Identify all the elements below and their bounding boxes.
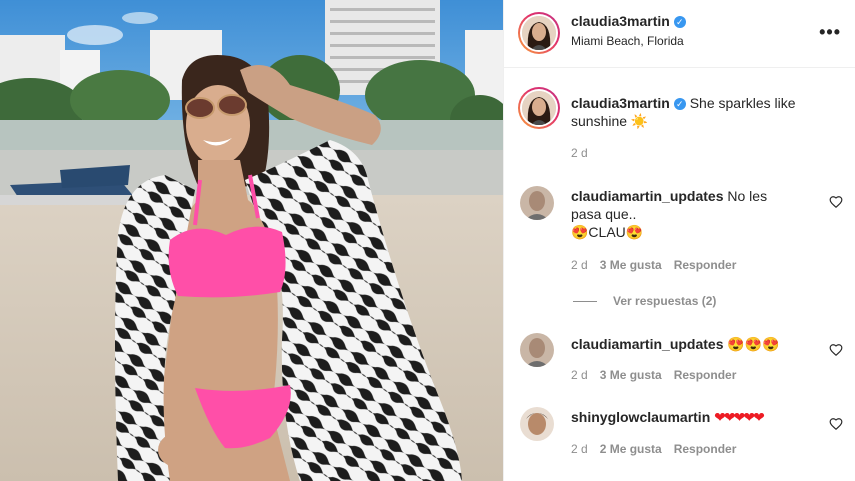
comment-username[interactable]: shinyglowclaumartin [571,409,710,425]
view-replies-label: Ver respuestas (2) [613,294,717,308]
verified-badge-icon: ✓ [673,16,686,28]
heart-outline-icon[interactable] [829,417,843,431]
caption: claudia3martin ✓ She sparkles like sunshi… [571,94,831,130]
view-replies-button[interactable]: Ver respuestas (2) [573,294,716,308]
post-header: claudia3martin ✓ Miami Beach, Florida ••• [504,0,855,68]
heart-outline-icon[interactable] [829,343,843,357]
comment-text: pasa que.. [571,206,637,222]
caption-avatar-image [522,91,556,125]
comment-timestamp[interactable]: 2 d [571,368,588,382]
comment-body: claudiamartin_updates 😍😍😍 [571,335,811,353]
heart-outline-icon[interactable] [829,195,843,209]
commenter-avatar-image [520,333,554,367]
author-avatar-image [522,16,556,50]
reply-button[interactable]: Responder [674,442,737,456]
comment-username[interactable]: claudiamartin_updates [571,336,724,352]
comment-avatar[interactable] [520,186,554,220]
comment-text: 😍😍😍 [727,336,780,352]
comment-avatar[interactable] [520,407,554,441]
caption-author-avatar[interactable] [518,87,560,129]
reply-button[interactable]: Responder [674,258,737,272]
comment-avatar[interactable] [520,333,554,367]
comment-likes[interactable]: 3 Me gusta [600,368,662,382]
more-options-icon[interactable]: ••• [819,22,841,43]
comment-text: ❤❤❤❤❤ [714,409,765,425]
comment-likes[interactable]: 2 Me gusta [600,442,662,456]
beach-photo-illustration [0,0,503,481]
comment-text: No les [727,188,768,204]
comment-meta: 2 d 3 Me gusta Responder [571,258,748,272]
caption-timestamp[interactable]: 2 d [571,146,588,160]
comment-timestamp[interactable]: 2 d [571,258,588,272]
author-avatar[interactable] [518,12,560,54]
commenter-avatar-image [520,186,554,220]
comment-meta: 2 d 2 Me gusta Responder [571,442,748,456]
comment-text: 😍CLAU😍 [571,224,644,240]
divider-line [573,301,597,303]
verified-badge-icon: ✓ [673,98,686,110]
comment-meta: 2 d 3 Me gusta Responder [571,368,748,382]
reply-button[interactable]: Responder [674,368,737,382]
comment-body: shinyglowclaumartin ❤❤❤❤❤ [571,408,821,426]
comment-username[interactable]: claudiamartin_updates [571,188,724,204]
comment-body: claudiamartin_updates No les pasa que.. … [571,187,801,241]
post-photo[interactable] [0,0,503,481]
commenter-avatar-image [520,407,554,441]
post-location[interactable]: Miami Beach, Florida [571,34,684,48]
author-username[interactable]: claudia3martin [571,13,670,29]
caption-username[interactable]: claudia3martin [571,95,670,111]
comment-likes[interactable]: 3 Me gusta [600,258,662,272]
post-detail-panel: claudia3martin ✓ Miami Beach, Florida •••… [503,0,855,481]
comment-timestamp[interactable]: 2 d [571,442,588,456]
